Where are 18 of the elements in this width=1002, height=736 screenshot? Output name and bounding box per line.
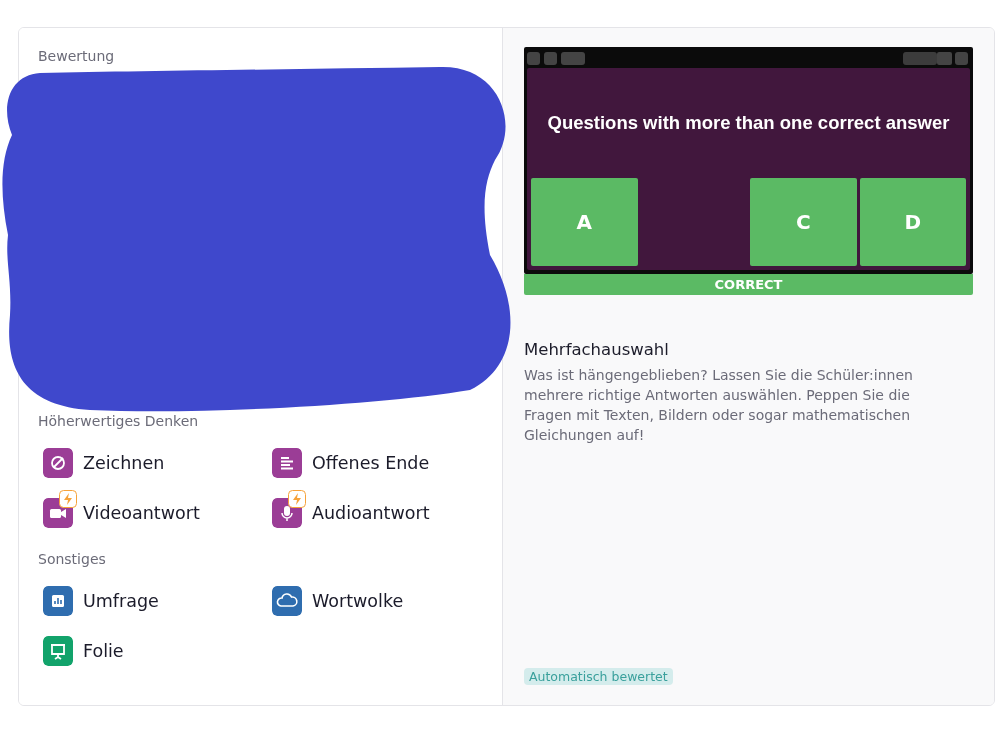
answer-tile: C — [750, 178, 857, 266]
question-type-item[interactable]: Folie — [83, 641, 124, 661]
section-heading: Höherwertiges Denken — [38, 413, 200, 431]
question-type-item[interactable]: Videoantwort — [83, 503, 200, 523]
answer-tile: D — [859, 178, 966, 266]
question-type-item[interactable]: Audioantwort — [312, 503, 430, 523]
question-type-item[interactable]: Zeichnen — [83, 453, 165, 473]
answer-tile: A — [531, 178, 638, 266]
question-text: Questions with more than one correct answer — [547, 112, 950, 134]
type-title: Mehrfachauswahl — [524, 340, 670, 359]
section-heading: Sonstiges — [38, 551, 107, 569]
question-type-item[interactable]: Umfrage — [83, 591, 159, 611]
section-heading: Bewertung — [38, 48, 116, 66]
question-type-item[interactable]: Wortwolke — [312, 591, 404, 611]
type-description: Was ist hängengeblieben? Lassen Sie die Schüler:innen mehrere richtige Antworten auswählen. Peppen Sie die Fragen mit Texten, Bildern oder sogar mathematischen Gleichungen auf! — [524, 366, 914, 445]
question-type-item[interactable]: Offenes Ende — [312, 453, 430, 473]
auto-graded-badge: Automatisch bewertet — [524, 668, 673, 685]
result-bar: CORRECT — [524, 274, 973, 295]
